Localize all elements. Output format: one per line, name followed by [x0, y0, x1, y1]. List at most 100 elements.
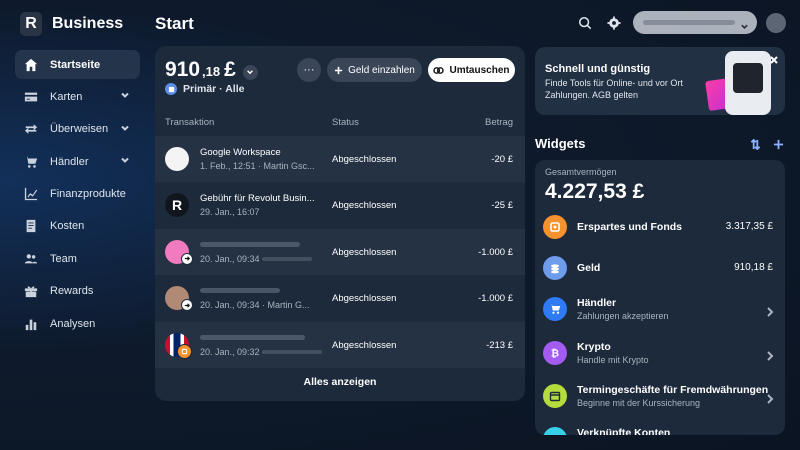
widget-fx-forwards[interactable]: Termingeschäfte für Fremdwährungen Begin…	[535, 378, 785, 416]
tx-status: Abgeschlossen	[332, 154, 397, 165]
chevron-right-icon	[766, 391, 774, 404]
promo-banner[interactable]: Schnell und günstig Finde Tools für Onli…	[535, 47, 785, 115]
table-row[interactable]: 20. Jan., 09:32 · Abgeschlossen -213 £	[155, 321, 525, 368]
account-card: 910 ,18 £ Primär · Alle ··· Geld einzahl…	[155, 46, 525, 401]
sidebar-item-team[interactable]: Team	[15, 244, 140, 273]
widget-savings[interactable]: Erspartes und Fonds 3.317,35 £	[535, 209, 785, 247]
tx-status: Abgeschlossen	[332, 246, 397, 258]
bitcoin-icon: ₿	[543, 341, 567, 365]
tx-amount: -213 £	[486, 339, 513, 351]
widgets-actions	[750, 137, 784, 155]
svg-text:₿: ₿	[551, 348, 559, 360]
sidebar-item-label: Überweisen	[50, 123, 109, 136]
sidebar-item-startseite[interactable]: Startseite	[15, 50, 140, 79]
tx-status: Abgeschlossen	[332, 293, 397, 305]
sidebar-item-rewards[interactable]: Rewards	[15, 277, 140, 306]
widget-money[interactable]: Geld 910,18 £	[535, 250, 785, 288]
tx-meta: 20. Jan., 09:34 ·	[200, 253, 266, 264]
search-icon[interactable]	[575, 13, 595, 33]
sidebar: R Business Startseite Karten Überweisen …	[0, 0, 148, 450]
sidebar-item-karten[interactable]: Karten	[15, 82, 140, 111]
table-row[interactable]: R Gebühr für Revolut Busin... 29. Jan., …	[155, 182, 525, 228]
account-name-redacted	[643, 20, 735, 25]
widget-title: Händler	[577, 297, 617, 309]
chevron-down-icon	[120, 123, 130, 133]
sidebar-item-ueberweisen[interactable]: Überweisen	[15, 115, 140, 144]
tx-amount: -25 £	[491, 200, 513, 212]
tx-meta: 1. Feb., 12:51 · Martin Gsc...	[200, 161, 315, 171]
widget-crypto[interactable]: ₿ Krypto Handle mit Krypto	[535, 335, 785, 373]
tx-meta-redacted	[262, 349, 322, 354]
avatar[interactable]	[766, 12, 786, 33]
savings-icon	[177, 343, 192, 359]
account-selector[interactable]: Primär · Alle	[165, 83, 244, 95]
promo-text: Finde Tools für Online- und vor Ort Zahl…	[545, 78, 683, 100]
sidebar-item-analysen[interactable]: Analysen	[15, 309, 140, 338]
header-transaction: Transaktion	[165, 117, 215, 128]
exchange-button[interactable]: Umtauschen	[428, 58, 515, 82]
home-icon	[23, 57, 39, 73]
sidebar-item-kosten[interactable]: Kosten	[15, 212, 140, 241]
chevron-down-icon	[740, 18, 749, 29]
sort-icon[interactable]	[750, 137, 761, 155]
widget-subtitle: Handle mit Krypto	[577, 355, 649, 365]
deposit-button[interactable]: Geld einzahlen	[327, 58, 422, 82]
outgoing-arrow-icon	[181, 299, 193, 312]
account-switcher[interactable]	[633, 11, 757, 34]
exchange-icon	[433, 66, 445, 74]
top-actions	[575, 11, 786, 34]
widget-value: 3.317,35 £	[725, 221, 773, 232]
revolut-logo-icon: R	[20, 12, 42, 36]
sidebar-nav: Startseite Karten Überweisen Händler Fin…	[15, 50, 140, 342]
widget-linked-accounts[interactable]: Verknüpfte Konten	[535, 421, 785, 435]
total-wealth-value: 4.227,53 £	[545, 180, 645, 203]
header-status: Status	[332, 117, 359, 128]
page-title: Start	[155, 14, 194, 33]
link-icon	[543, 427, 567, 435]
tx-amount: -1.000 £	[478, 246, 513, 258]
tx-meta-redacted	[262, 256, 312, 261]
table-row[interactable]: Google Workspace 1. Feb., 12:51 · Martin…	[155, 136, 525, 183]
close-icon[interactable]	[769, 52, 779, 64]
exchange-label: Umtauschen	[449, 64, 510, 76]
table-row[interactable]: 20. Jan., 09:34 · Abgeschlossen -1.000 £	[155, 228, 525, 276]
balance-dropdown-button[interactable]	[242, 64, 258, 80]
sidebar-item-label: Händler	[50, 155, 89, 168]
tx-name-redacted	[200, 334, 305, 340]
total-wealth-label: Gesamtvermögen	[545, 167, 617, 177]
show-all-link[interactable]: Alles anzeigen	[155, 376, 525, 388]
plus-icon	[335, 66, 343, 74]
brand-name: Business	[52, 15, 124, 32]
widgets-card: Gesamtvermögen 4.227,53 £ Erspartes und …	[535, 160, 785, 435]
tx-name-redacted	[200, 241, 300, 247]
tx-meta: 20. Jan., 09:32 ·	[200, 346, 266, 357]
sidebar-item-haendler[interactable]: Händler	[15, 147, 140, 176]
tx-name: Gebühr für Revolut Busin...	[200, 193, 315, 205]
bar-chart-icon	[23, 316, 39, 332]
add-icon[interactable]	[773, 137, 784, 155]
gear-icon[interactable]	[604, 13, 624, 33]
sidebar-item-finanzprodukte[interactable]: Finanzprodukte	[15, 180, 140, 209]
account-balance: 910 ,18 £	[165, 58, 258, 82]
widgets-title: Widgets	[535, 136, 586, 151]
cart-icon	[23, 154, 39, 170]
calendar-icon	[543, 384, 567, 408]
brand[interactable]: R Business	[20, 12, 123, 36]
team-icon	[23, 251, 39, 267]
table-row[interactable]: 20. Jan., 09:34 · Martin G... Abgeschlos…	[155, 275, 525, 321]
transfer-icon	[23, 121, 39, 137]
outgoing-arrow-icon	[181, 252, 193, 265]
chevron-down-icon	[120, 90, 130, 100]
tx-amount: -1.000 £	[478, 293, 513, 305]
more-button[interactable]: ···	[297, 58, 321, 82]
revolut-avatar: R	[165, 193, 189, 218]
gift-icon	[23, 283, 39, 299]
savings-icon	[543, 215, 567, 239]
sidebar-item-label: Karten	[50, 90, 83, 103]
widget-merchant[interactable]: Händler Zahlungen akzeptieren	[535, 291, 785, 329]
sidebar-item-label: Startseite	[50, 58, 101, 71]
balance-currency: £	[224, 58, 236, 81]
tx-status: Abgeschlossen	[332, 339, 397, 351]
sidebar-item-label: Analysen	[50, 317, 96, 330]
chevron-right-icon	[766, 304, 774, 317]
